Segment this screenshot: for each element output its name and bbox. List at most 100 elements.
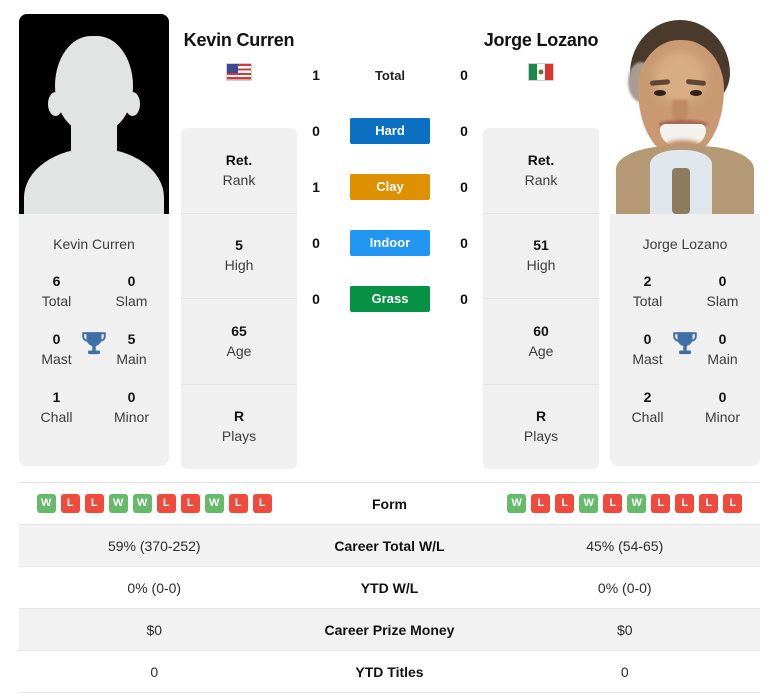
left-player-info-card: Ret. Rank 5 High 65 Age R Plays [181,128,297,469]
h2h-right-value-hard: 0 [460,123,468,139]
form-badge-l: L [228,494,248,513]
form-badge-w: W [36,494,56,513]
surface-badge-clay[interactable]: Clay [350,174,430,200]
right-titles-chall-value: 2 [643,389,652,405]
table-row-career-prize-money: $0 Career Prize Money $0 [19,609,760,651]
row-label-career-total-wl: Career Total W/L [334,537,445,554]
left-info-plays: R Plays [181,385,297,470]
right-titles-row-3: 2 Chall 0 Minor [610,378,760,436]
surface-badge-grass[interactable]: Grass [350,286,430,312]
right-career-prize-money: $0 [616,621,633,638]
right-age-value: 60 [533,322,549,339]
right-titles-slam-label: Slam [706,293,739,309]
form-badge-w: W [507,494,527,513]
h2h-right-value-clay: 0 [460,179,468,195]
right-titles-minor: 0 Minor [685,387,760,427]
form-badge-l: L [531,494,551,513]
left-titles-player-name: Kevin Curren [53,236,135,252]
row-label-career-prize-money: Career Prize Money [324,621,455,638]
left-plays-value: R [233,408,245,425]
left-age-label: Age [226,342,252,359]
right-rank-value: Ret. [527,151,555,168]
left-form-cell: WLLWWLLWLL [19,494,290,513]
right-plays-label: Plays [523,428,559,445]
right-titles-total-label: Total [632,293,663,309]
form-badge-l: L [603,494,623,513]
left-titles-grid: 6 Total 0 Slam 0 Mast 5 Main 1 Chall 0 M… [19,262,169,436]
row-label-ytd-titles: YTD Titles [355,663,424,680]
right-info-rank: Ret. Rank [483,128,599,214]
right-titles-chall-label: Chall [631,409,664,425]
right-titles-slam: 0 Slam [685,271,760,311]
left-rank-label: Rank [222,171,256,188]
avatar-ear-right [125,92,140,116]
avatar-ear-left [48,92,63,116]
left-ytd-wl: 0% (0-0) [127,579,182,596]
h2h-right-value-indoor: 0 [460,235,468,251]
left-titles-slam: 0 Slam [94,271,169,311]
right-titles-total-value: 2 [643,273,652,289]
right-titles-chall: 2 Chall [610,387,685,427]
left-career-prize-money: $0 [146,621,163,638]
form-badge-w: W [132,494,152,513]
h2h-right-value-total: 0 [460,67,468,83]
right-career-total-wl: 45% (54-65) [586,537,664,554]
left-titles-chall: 1 Chall [19,387,94,427]
right-player-name[interactable]: Jorge Lozano [441,30,641,51]
mx-flag-icon [528,63,554,81]
row-label-ytd-wl: YTD W/L [360,579,419,596]
right-titles-row-1: 2 Total 0 Slam [610,262,760,320]
right-titles-slam-value: 0 [718,273,727,289]
h2h-left-value-clay: 1 [312,179,320,195]
left-titles-chall-value: 1 [52,389,61,405]
left-titles-total: 6 Total [19,271,94,311]
right-player-info-card: Ret. Rank 51 High 60 Age R Plays [483,128,599,469]
surface-badge-hard[interactable]: Hard [350,118,430,144]
left-titles-chall-label: Chall [40,409,73,425]
right-info-age: 60 Age [483,299,599,385]
right-form-strip: WLLWLWLLLL [490,494,761,513]
form-badge-w: W [204,494,224,513]
h2h-row-indoor: 0 Indoor 0 [300,230,480,256]
left-titles-row-1: 6 Total 0 Slam [19,262,169,320]
right-titles-grid: 2 Total 0 Slam 0 Mast 0 Main 2 Chall 0 M… [610,262,760,436]
h2h-row-total: 1 Total 0 [300,62,480,88]
left-rank-value: Ret. [225,151,253,168]
avatar-shoulders [24,148,164,214]
left-titles-total-label: Total [41,293,72,309]
left-titles-minor-value: 0 [127,389,136,405]
table-row-career-total-wl: 59% (370-252) Career Total W/L 45% (54-6… [19,525,760,567]
surface-badge-indoor[interactable]: Indoor [350,230,430,256]
left-player-name[interactable]: Kevin Curren [139,30,339,51]
h2h-left-value-hard: 0 [312,123,320,139]
h2h-row-hard: 0 Hard 0 [300,118,480,144]
form-badge-w: W [108,494,128,513]
right-ytd-titles: 0 [620,663,629,680]
comparison-header-section: Kevin Curren Jorge Lozano 1 Total 0 0 Ha… [0,0,779,470]
form-badge-l: L [156,494,176,513]
left-titles-row-3: 1 Chall 0 Minor [19,378,169,436]
left-age-value: 65 [231,322,247,339]
form-badge-w: W [579,494,599,513]
trophy-icon [673,332,697,355]
form-badge-l: L [699,494,719,513]
form-badge-l: L [675,494,695,513]
left-titles-slam-value: 0 [127,273,136,289]
left-info-high: 5 High [181,214,297,299]
right-high-value: 51 [533,237,549,254]
right-plays-value: R [535,408,547,425]
h2h-right-value-grass: 0 [460,291,468,307]
table-row-form: WLLWWLLWLL Form WLLWLWLLLL [19,483,760,525]
head-to-head-surfaces: 1 Total 0 0 Hard 0 1 Clay 0 0 Indoor 0 0 [300,62,480,312]
h2h-row-grass: 0 Grass 0 [300,286,480,312]
h2h-left-value-total: 1 [312,67,320,83]
right-rank-label: Rank [524,171,558,188]
right-titles-total: 2 Total [610,271,685,311]
h2h-row-clay: 1 Clay 0 [300,174,480,200]
left-titles-total-value: 6 [52,273,61,289]
right-player-titles-card: Jorge Lozano 2 Total 0 Slam 0 Mast 0 Mai… [610,224,760,466]
us-flag-icon [226,63,252,81]
left-titles-minor-label: Minor [113,409,149,425]
h2h-label-total: Total [374,67,406,83]
table-row-ytd-wl: 0% (0-0) YTD W/L 0% (0-0) [19,567,760,609]
